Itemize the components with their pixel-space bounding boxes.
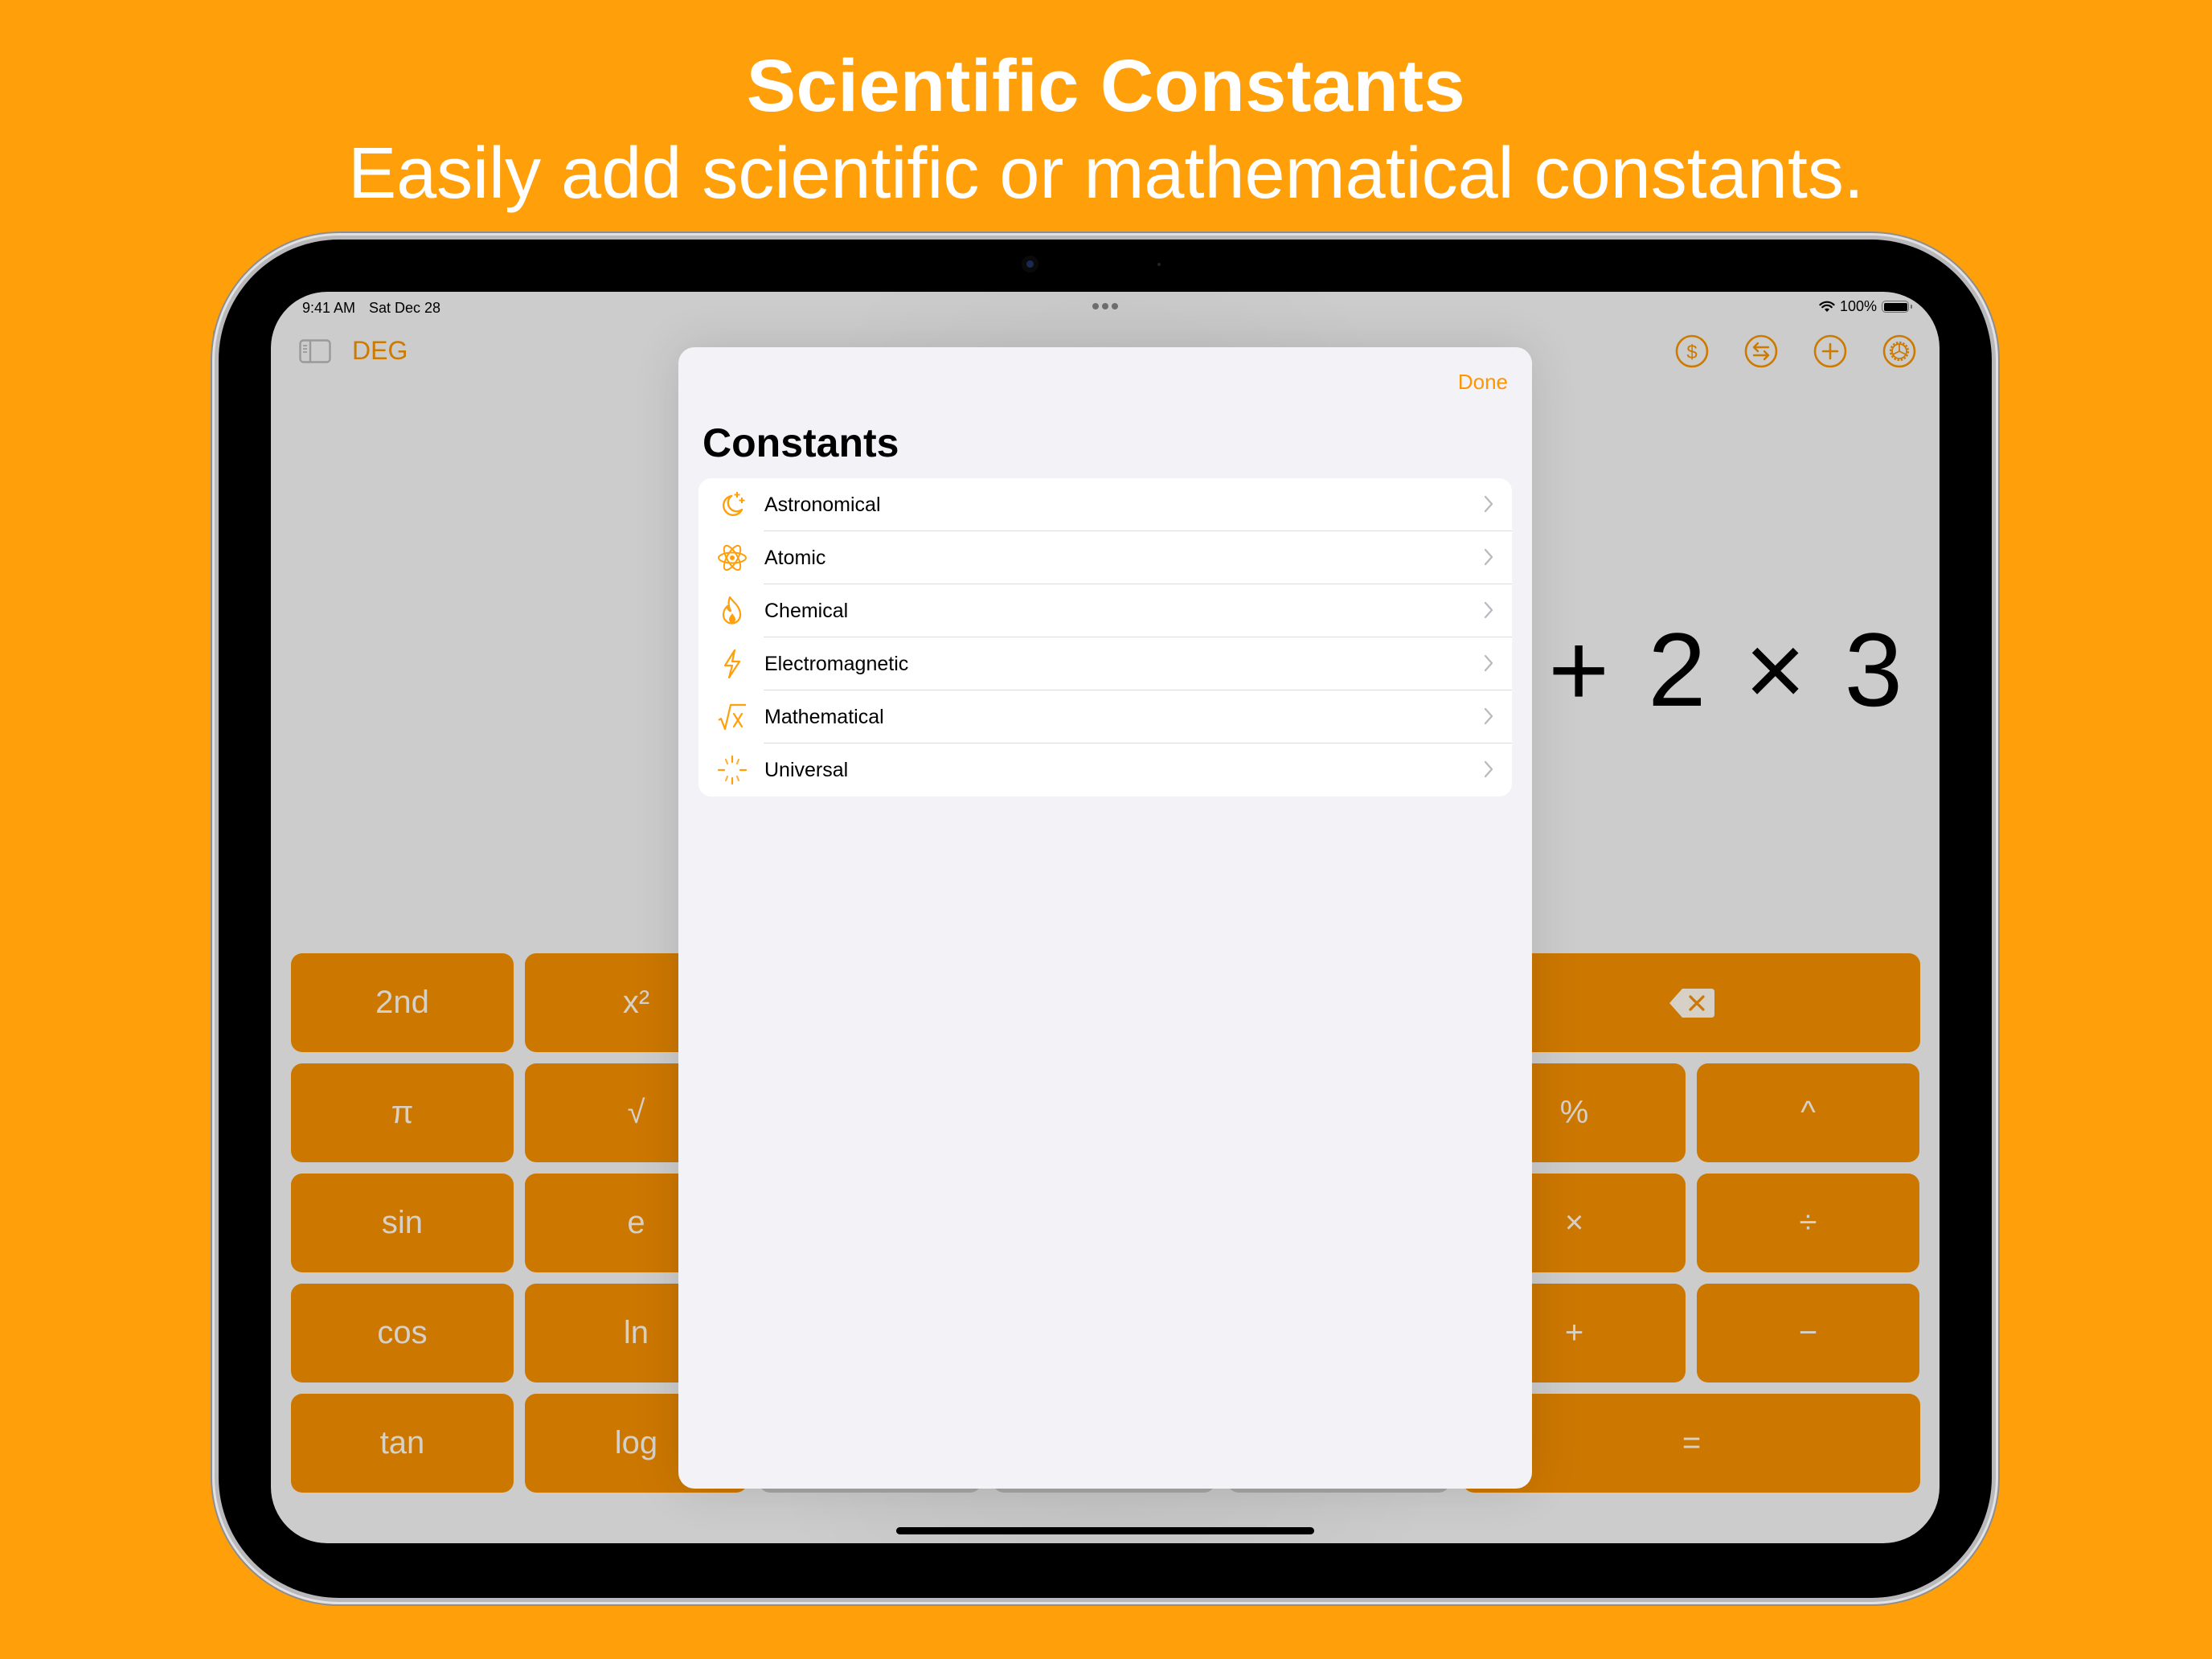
key-minus[interactable]: − <box>1697 1284 1919 1382</box>
atom-icon <box>718 544 747 571</box>
moon-stars-icon <box>723 492 745 516</box>
list-item-label: Chemical <box>764 599 849 622</box>
headline-subtitle: Easily add scientific or mathematical co… <box>348 133 1864 214</box>
list-item-label: Atomic <box>764 546 826 569</box>
list-item-label: Mathematical <box>764 705 884 728</box>
add-icon[interactable] <box>1813 334 1847 368</box>
done-button[interactable]: Done <box>1458 370 1508 395</box>
currency-icon[interactable]: $ <box>1675 334 1709 368</box>
battery-percent: 100% <box>1839 298 1877 314</box>
chevron-right-icon <box>1484 654 1493 672</box>
status-date: Sat Dec 28 <box>369 300 441 316</box>
backspace-icon <box>1669 988 1714 1018</box>
chevron-right-icon <box>1484 707 1493 725</box>
sheet-title: Constants <box>703 420 899 465</box>
flame-icon <box>722 596 742 625</box>
key-divide[interactable]: ÷ <box>1697 1174 1919 1272</box>
list-item-mathematical[interactable]: Mathematical <box>698 690 1512 743</box>
key-sin[interactable]: sin <box>291 1174 514 1272</box>
chevron-right-icon <box>1484 760 1493 778</box>
list-item-label: Astronomical <box>764 493 881 516</box>
chevron-right-icon <box>1484 601 1493 619</box>
bolt-icon <box>723 649 741 679</box>
status-right: 100% <box>1819 298 1912 315</box>
settings-icon[interactable] <box>1882 334 1916 368</box>
home-indicator[interactable] <box>896 1527 1314 1534</box>
chevron-right-icon <box>1484 495 1493 513</box>
list-item-universal[interactable]: Universal <box>698 743 1512 797</box>
rays-icon <box>717 755 748 785</box>
wifi-icon <box>1819 301 1835 312</box>
square-root-icon <box>718 703 746 731</box>
sidebar-toggle-icon[interactable] <box>299 338 331 363</box>
list-item-atomic[interactable]: Atomic <box>698 531 1512 584</box>
front-camera <box>1026 260 1034 268</box>
battery-full-icon <box>1882 301 1912 313</box>
list-item-chemical[interactable]: Chemical <box>698 584 1512 637</box>
constants-sheet: Done Constants Astronomical Atomic Chemi… <box>678 347 1532 1489</box>
multitasking-dots[interactable] <box>1092 303 1118 309</box>
angle-mode-button[interactable]: DEG <box>352 336 408 366</box>
ambient-sensor <box>1157 263 1161 266</box>
status-time: 9:41 AM <box>302 300 356 316</box>
ipad-screen: 9:41 AM Sat Dec 28 100% DEG $ 1 + 2 × 3 … <box>271 292 1940 1543</box>
key-tan[interactable]: tan <box>291 1394 514 1493</box>
category-list: Astronomical Atomic Chemical Electromagn… <box>698 478 1512 797</box>
convert-icon[interactable] <box>1744 334 1778 368</box>
svg-text:$: $ <box>1686 342 1697 363</box>
headline-title: Scientific Constants <box>746 45 1466 127</box>
chevron-right-icon <box>1484 548 1493 566</box>
list-item-label: Electromagnetic <box>764 652 909 675</box>
list-item-label: Universal <box>764 758 849 781</box>
key-2nd[interactable]: 2nd <box>291 953 514 1052</box>
list-item-electromagnetic[interactable]: Electromagnetic <box>698 637 1512 690</box>
key-power[interactable]: ^ <box>1697 1063 1919 1162</box>
key-cos[interactable]: cos <box>291 1284 514 1382</box>
key-pi[interactable]: π <box>291 1063 514 1162</box>
list-item-astronomical[interactable]: Astronomical <box>698 478 1512 531</box>
